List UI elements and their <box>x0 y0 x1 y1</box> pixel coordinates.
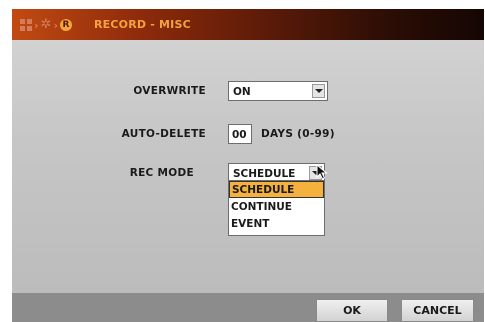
mouse-cursor-icon <box>316 164 328 180</box>
rec-mode-value: SCHEDULE <box>233 168 296 180</box>
ok-button[interactable]: OK <box>316 299 388 322</box>
overwrite-label: OVERWRITE <box>133 85 206 97</box>
grid-icon[interactable] <box>20 19 32 31</box>
auto-delete-unit: DAYS (0-99) <box>261 128 335 140</box>
record-icon: R <box>60 19 72 31</box>
auto-delete-input[interactable]: 00 <box>228 124 252 144</box>
chevron-right-icon: › <box>53 18 58 32</box>
chevron-down-icon[interactable] <box>312 84 325 98</box>
breadcrumb: › ✲ › R <box>20 18 72 32</box>
auto-delete-value: 00 <box>232 129 247 141</box>
option-schedule[interactable]: SCHEDULE <box>229 181 324 198</box>
title-bar: › ✲ › R RECORD - MISC <box>12 9 484 40</box>
overwrite-dropdown[interactable]: ON <box>228 81 328 101</box>
cancel-button[interactable]: CANCEL <box>401 299 474 322</box>
overwrite-value: ON <box>233 86 251 98</box>
gear-icon[interactable]: ✲ <box>41 18 52 31</box>
record-misc-window: › ✲ › R RECORD - MISC OVERWRITE ON AUTO-… <box>12 9 484 322</box>
rec-mode-label: REC MODE <box>129 167 194 179</box>
option-continue[interactable]: CONTINUE <box>229 199 324 216</box>
option-event[interactable]: EVENT <box>229 216 324 233</box>
settings-panel: OVERWRITE ON AUTO-DELETE 00 DAYS (0-99) … <box>12 40 484 293</box>
rec-mode-options: SCHEDULE CONTINUE EVENT <box>228 180 325 236</box>
chevron-right-icon: › <box>34 18 39 32</box>
page-title: RECORD - MISC <box>94 18 191 31</box>
footer-bar: OK CANCEL <box>12 293 484 322</box>
auto-delete-label: AUTO-DELETE <box>121 128 206 140</box>
